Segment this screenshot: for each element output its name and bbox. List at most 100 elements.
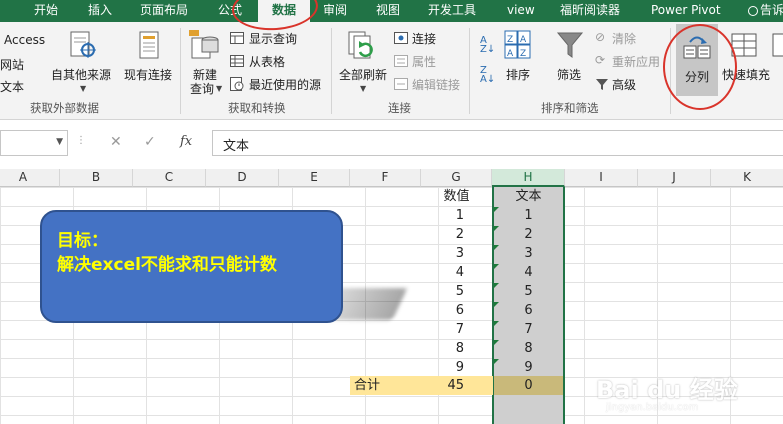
column-header-a[interactable]: A: [0, 169, 60, 187]
cell-h-text[interactable]: 1: [492, 206, 565, 225]
clear-filter-icon: ⊘: [595, 30, 606, 44]
chevron-down-icon: ▼: [80, 84, 87, 93]
lightbulb-icon: [748, 5, 758, 16]
table-icon: [230, 55, 244, 67]
cell-h-text[interactable]: 8: [492, 339, 565, 358]
group-label-get-external-data: 获取外部数据: [30, 101, 99, 115]
group-label-sort-filter: 排序和筛选: [541, 101, 599, 115]
properties-icon: [394, 55, 408, 67]
tab-foxit[interactable]: 福昕阅读器: [560, 0, 620, 22]
from-text-button[interactable]: 文本: [0, 78, 24, 95]
text-to-columns-icon: [683, 36, 711, 59]
enter-icon[interactable]: ✓: [144, 134, 156, 150]
chevron-down-icon[interactable]: ▼: [56, 137, 63, 147]
cell-h-text[interactable]: 4: [492, 263, 565, 282]
cell-g-value[interactable]: 9: [421, 358, 492, 377]
formula-bar-grip[interactable]: ⋮: [76, 135, 86, 146]
column-header-e[interactable]: E: [279, 169, 350, 187]
column-header-j[interactable]: J: [638, 169, 711, 187]
insert-function-icon[interactable]: fx: [180, 134, 192, 149]
cell-g-value[interactable]: 8: [421, 339, 492, 358]
existing-connections-icon: [139, 31, 159, 59]
formula-bar: ▼ ⋮ ✕ ✓ fx 文本: [0, 120, 783, 169]
advanced-filter-label: 高级: [612, 78, 637, 92]
tab-insert[interactable]: 插入: [88, 0, 112, 22]
svg-text:Z: Z: [507, 35, 513, 45]
text-to-columns-button[interactable]: 分列: [676, 24, 718, 96]
cell-h-text[interactable]: 5: [492, 282, 565, 301]
tab-formulas[interactable]: 公式: [218, 0, 242, 22]
column-header-b[interactable]: B: [60, 169, 133, 187]
cell-g-value[interactable]: 5: [421, 282, 492, 301]
clear-filter-label: 清除: [612, 32, 637, 46]
database-target-icon: [70, 31, 96, 58]
refresh-icon: [348, 31, 373, 59]
column-header-h[interactable]: H: [492, 169, 565, 187]
from-web-button[interactable]: 网站: [0, 56, 24, 73]
tab-tell-me[interactable]: 告诉我: [748, 0, 783, 22]
new-query-label-2: 查询: [190, 82, 215, 96]
cell-h-text[interactable]: 9: [492, 358, 565, 377]
tab-view-en[interactable]: view: [507, 0, 535, 22]
cell-g-sum[interactable]: 45: [421, 376, 492, 395]
number-as-text-indicator: [494, 245, 499, 250]
svg-text:Z: Z: [520, 49, 526, 59]
filter-funnel-icon: [556, 32, 584, 58]
cell-sum-label[interactable]: 合计: [354, 376, 414, 395]
edit-links-label: 编辑链接: [412, 78, 461, 92]
from-access-button[interactable]: Access: [4, 33, 45, 47]
tab-power-pivot[interactable]: Power Pivot: [651, 0, 721, 22]
properties-label: 属性: [412, 55, 437, 69]
remove-duplicates-icon[interactable]: [772, 32, 783, 60]
tab-data[interactable]: 数据: [258, 0, 310, 22]
cell-h-text[interactable]: 2: [492, 225, 565, 244]
column-header-i[interactable]: I: [565, 169, 638, 187]
column-header-c[interactable]: C: [133, 169, 206, 187]
cell-g-value[interactable]: 1: [421, 206, 492, 225]
filter-label: 筛选: [557, 68, 582, 82]
formula-input[interactable]: 文本: [212, 130, 783, 156]
goal-callout[interactable]: 目标： 解决excel不能求和只能计数: [40, 210, 343, 323]
number-as-text-indicator: [494, 359, 499, 364]
cell-h-count[interactable]: 0: [492, 376, 565, 395]
group-separator: [331, 28, 332, 114]
cell-g-value[interactable]: 7: [421, 320, 492, 339]
group-separator: [670, 28, 671, 114]
formula-buttons: ✕ ✓ fx: [96, 130, 206, 156]
cell-h-text[interactable]: 7: [492, 320, 565, 339]
cell-g-value[interactable]: 2: [421, 225, 492, 244]
cell-g-value[interactable]: 3: [421, 244, 492, 263]
cancel-icon[interactable]: ✕: [110, 134, 122, 150]
recent-sources-label: 最近使用的源: [249, 78, 322, 92]
tab-developer[interactable]: 开发工具: [428, 0, 476, 22]
flash-fill-label: 快速填充: [722, 68, 771, 82]
tab-review[interactable]: 审阅: [323, 0, 347, 22]
cell-g-value[interactable]: 4: [421, 263, 492, 282]
number-as-text-indicator: [494, 264, 499, 269]
number-as-text-indicator: [494, 321, 499, 326]
ribbon: Access 网站 文本 自其他来源 ▼ 现有连接 获取外部数据 新建 查询 ▼…: [0, 22, 783, 120]
cell-h-header[interactable]: 文本: [492, 187, 565, 206]
watermark: Bai du 经验 jingyan.baidu.com: [592, 370, 772, 420]
column-header-k[interactable]: K: [711, 169, 783, 187]
tab-view[interactable]: 视图: [376, 0, 400, 22]
column-header-f[interactable]: F: [350, 169, 421, 187]
column-header-g[interactable]: G: [421, 169, 492, 187]
show-queries-icon: [230, 32, 244, 44]
tab-page-layout[interactable]: 页面布局: [140, 0, 188, 22]
cell-g-header[interactable]: 数值: [421, 187, 492, 206]
callout-title: 目标：: [57, 231, 108, 251]
watermark-brand: Bai du 经验: [596, 376, 738, 404]
callout-text: 解决excel不能求和只能计数: [57, 255, 277, 275]
cell-h-text[interactable]: 3: [492, 244, 565, 263]
number-as-text-indicator: [494, 207, 499, 212]
cell-g-value[interactable]: 6: [421, 301, 492, 320]
tab-home[interactable]: 开始: [34, 0, 58, 22]
other-sources-label: 自其他来源: [51, 68, 112, 82]
column-header-d[interactable]: D: [206, 169, 279, 187]
connections-label: 连接: [412, 32, 437, 46]
chevron-down-icon: ▼: [216, 84, 223, 93]
advanced-filter-icon: [596, 79, 608, 90]
cell-h-text[interactable]: 6: [492, 301, 565, 320]
name-box[interactable]: ▼: [0, 130, 68, 156]
